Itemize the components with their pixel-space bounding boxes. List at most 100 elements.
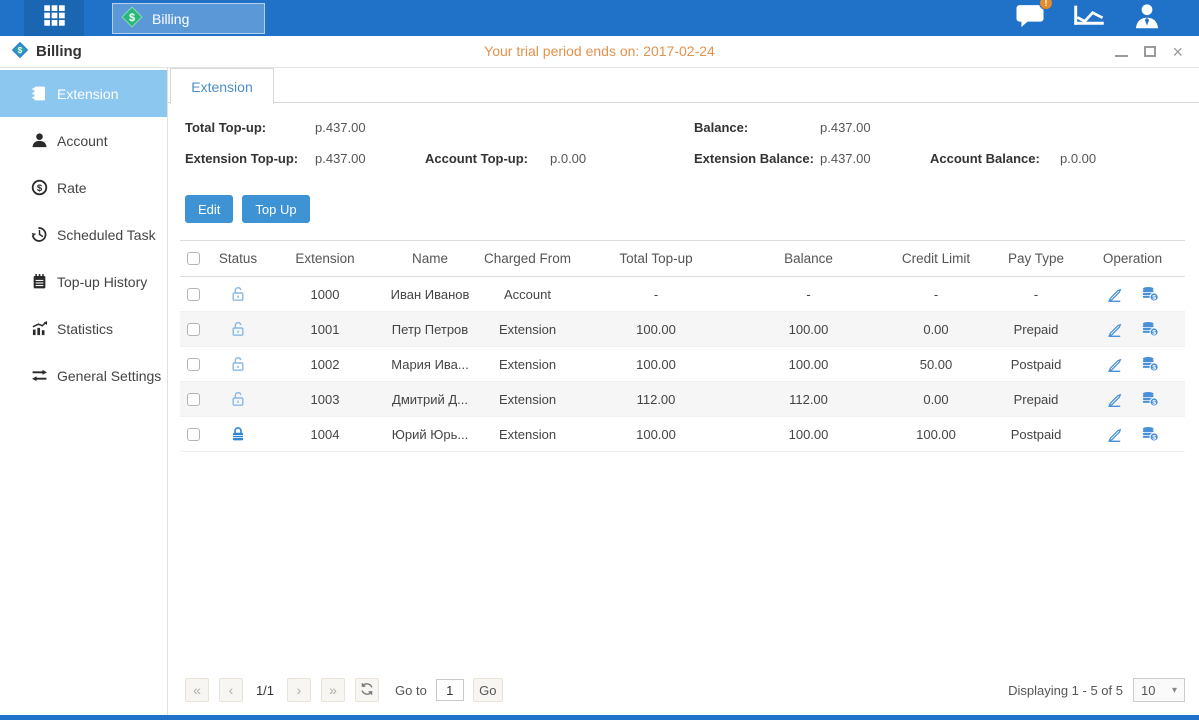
edit-icon[interactable]	[1106, 426, 1123, 443]
cell-extension: 1004	[270, 427, 380, 442]
general-settings-icon	[30, 367, 48, 385]
user-icon	[1133, 3, 1161, 34]
row-checkbox[interactable]	[187, 428, 200, 441]
select-all-checkbox[interactable]	[187, 252, 200, 265]
cell-pay-type: Prepaid	[992, 322, 1080, 337]
tab-label: Extension	[191, 79, 252, 95]
cell-extension: 1000	[270, 287, 380, 302]
topup-icon[interactable]: $	[1141, 286, 1159, 302]
minimize-button[interactable]	[1115, 47, 1128, 57]
tab-bar: Extension	[168, 68, 1199, 103]
lock-open-icon	[230, 356, 246, 372]
table-row-1001: 1001Петр ПетровExtension100.00100.000.00…	[180, 312, 1185, 347]
column-header-credit-limit: Credit Limit	[880, 251, 992, 266]
table-row-1004: 1004Юрий Юрь...Extension100.00100.00100.…	[180, 417, 1185, 452]
total-topup-value: p.437.00	[315, 120, 425, 135]
tab-extension[interactable]: Extension	[170, 68, 274, 104]
column-header-charged-from: Charged From	[480, 251, 575, 266]
lock-open-icon	[230, 391, 246, 407]
desktop-topbar: $ Billing !	[0, 0, 1199, 36]
account-topup-value: p.0.00	[550, 151, 694, 166]
account-icon	[30, 132, 48, 150]
svg-text:$: $	[1152, 365, 1156, 372]
topup-icon[interactable]: $	[1141, 321, 1159, 337]
sidebar-item-general-settings[interactable]: General Settings	[0, 352, 167, 399]
row-checkbox[interactable]	[187, 393, 200, 406]
goto-page-input[interactable]	[436, 679, 464, 701]
topup-icon[interactable]: $	[1141, 426, 1159, 442]
window-title: Billing	[36, 43, 82, 60]
messages-button[interactable]: !	[1015, 2, 1045, 34]
row-checkbox[interactable]	[187, 358, 200, 371]
edit-icon[interactable]	[1106, 391, 1123, 408]
cell-balance: 100.00	[737, 427, 880, 442]
statistics-topbar-button[interactable]	[1073, 3, 1105, 33]
last-page-button[interactable]: »	[321, 678, 345, 702]
go-button[interactable]: Go	[473, 678, 503, 702]
sidebar: Extension Account $RateScheduled Task Top-u…	[0, 68, 168, 715]
cell-charged-from: Extension	[480, 357, 575, 372]
cell-charged-from: Extension	[480, 427, 575, 442]
app-launcher-icon	[42, 3, 67, 33]
next-page-button[interactable]: ›	[287, 678, 311, 702]
refresh-icon	[360, 682, 374, 699]
cell-name: Иван Иванов	[380, 287, 480, 302]
cell-total-topup: -	[575, 287, 737, 302]
maximize-button[interactable]	[1144, 46, 1156, 57]
refresh-button[interactable]	[355, 678, 379, 702]
edit-icon[interactable]	[1106, 356, 1123, 373]
cell-name: Дмитрий Д...	[380, 392, 480, 407]
topup-icon[interactable]: $	[1141, 391, 1159, 407]
column-header-name: Name	[380, 251, 480, 266]
column-header-total-top-up: Total Top-up	[575, 251, 737, 266]
app-launcher-button[interactable]	[24, 0, 84, 36]
sidebar-item-statistics[interactable]: Statistics	[0, 305, 167, 352]
column-header-extension: Extension	[270, 251, 380, 266]
notification-badge: !	[1039, 0, 1053, 10]
column-header-balance: Balance	[737, 251, 880, 266]
displaying-text: Displaying 1 - 5 of 5	[1008, 683, 1123, 698]
cell-credit-limit: 0.00	[880, 392, 992, 407]
first-page-button[interactable]: «	[185, 678, 209, 702]
window-bottom-edge	[0, 715, 1199, 720]
row-checkbox[interactable]	[187, 323, 200, 336]
cell-balance: 112.00	[737, 392, 880, 407]
extension-topup-label: Extension Top-up:	[185, 151, 315, 166]
sidebar-item-rate[interactable]: $Rate	[0, 164, 167, 211]
sidebar-item-extension[interactable]: Extension	[0, 70, 167, 117]
top-up-button[interactable]: Top Up	[242, 195, 309, 223]
edit-icon[interactable]	[1106, 321, 1123, 338]
lock-open-icon	[230, 321, 246, 337]
edit-button[interactable]: Edit	[185, 195, 233, 223]
sidebar-item-label: Account	[57, 133, 108, 149]
close-button[interactable]: ×	[1172, 43, 1183, 61]
table-body: 1000Иван ИвановAccount----$1001Петр Петр…	[180, 277, 1185, 452]
taskbar-item-billing[interactable]: $ Billing	[112, 3, 265, 34]
sidebar-item-top-up-history[interactable]: Top-up History	[0, 258, 167, 305]
page-size-dropdown[interactable]: 10 ▾	[1133, 678, 1185, 702]
account-balance-value: p.0.00	[1060, 151, 1096, 166]
prev-page-button[interactable]: ‹	[219, 678, 243, 702]
lock-open-icon	[230, 286, 246, 302]
close-icon: ×	[1172, 43, 1183, 61]
row-checkbox[interactable]	[187, 288, 200, 301]
sidebar-item-label: Top-up History	[57, 274, 147, 290]
goto-label: Go to	[395, 683, 427, 698]
chart-icon	[1073, 3, 1105, 33]
cell-pay-type: Prepaid	[992, 392, 1080, 407]
sidebar-item-label: Rate	[57, 180, 87, 196]
cell-balance: -	[737, 287, 880, 302]
topup-icon[interactable]: $	[1141, 356, 1159, 372]
cell-pay-type: Postpaid	[992, 427, 1080, 442]
topup-history-icon	[30, 273, 48, 291]
sidebar-item-scheduled-task[interactable]: Scheduled Task	[0, 211, 167, 258]
cell-name: Юрий Юрь...	[380, 427, 480, 442]
edit-icon[interactable]	[1106, 286, 1123, 303]
statistics-icon	[30, 320, 48, 338]
cell-total-topup: 100.00	[575, 427, 737, 442]
cell-name: Петр Петров	[380, 322, 480, 337]
table-row-1002: 1002Мария Ива...Extension100.00100.0050.…	[180, 347, 1185, 382]
maximize-icon	[1144, 46, 1156, 57]
user-account-button[interactable]	[1133, 3, 1161, 34]
sidebar-item-account[interactable]: Account	[0, 117, 167, 164]
